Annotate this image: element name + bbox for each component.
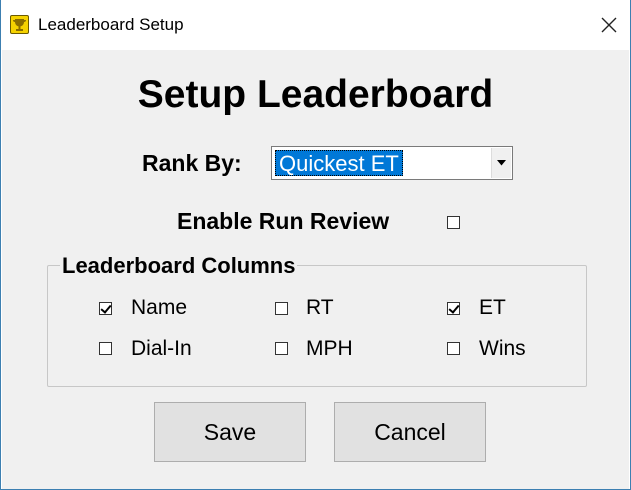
dialog-heading: Setup Leaderboard <box>137 73 494 116</box>
save-button[interactable]: Save <box>154 402 306 462</box>
dialog-body: Setup Leaderboard Rank By: Quickest ET E… <box>2 50 629 489</box>
column-dial-in-checkbox[interactable] <box>99 342 112 355</box>
rank-by-selected-value: Quickest ET <box>275 150 403 176</box>
cancel-button[interactable]: Cancel <box>334 402 486 462</box>
column-et-label: ET <box>479 296 506 319</box>
run-review-label: Enable Run Review <box>177 208 390 234</box>
chevron-down-icon <box>497 160 506 166</box>
close-button[interactable] <box>589 6 629 44</box>
column-rt-checkbox[interactable] <box>275 302 288 315</box>
leaderboard-columns-group <box>47 265 587 387</box>
leaderboard-columns-title: Leaderboard Columns <box>60 253 298 279</box>
title-bar[interactable]: Leaderboard Setup <box>1 0 630 50</box>
column-dial-in-label: Dial-In <box>131 337 192 360</box>
column-name-checkbox[interactable] <box>99 302 112 315</box>
rank-by-label: Rank By: <box>142 150 242 176</box>
trophy-icon <box>10 15 29 34</box>
column-mph-checkbox[interactable] <box>275 342 288 355</box>
column-wins-label: Wins <box>479 337 526 360</box>
column-mph-label: MPH <box>306 337 353 360</box>
column-et-checkbox[interactable] <box>447 302 460 315</box>
leaderboard-setup-window: Leaderboard Setup Setup Leaderboard Rank… <box>0 0 631 490</box>
column-rt-label: RT <box>306 296 334 319</box>
run-review-checkbox[interactable] <box>447 216 460 229</box>
dropdown-arrow-button[interactable] <box>491 148 511 178</box>
column-name-label: Name <box>131 296 188 319</box>
close-icon <box>601 17 617 33</box>
window-title: Leaderboard Setup <box>38 15 184 34</box>
rank-by-dropdown[interactable]: Quickest ET <box>271 146 513 180</box>
column-wins-checkbox[interactable] <box>447 342 460 355</box>
